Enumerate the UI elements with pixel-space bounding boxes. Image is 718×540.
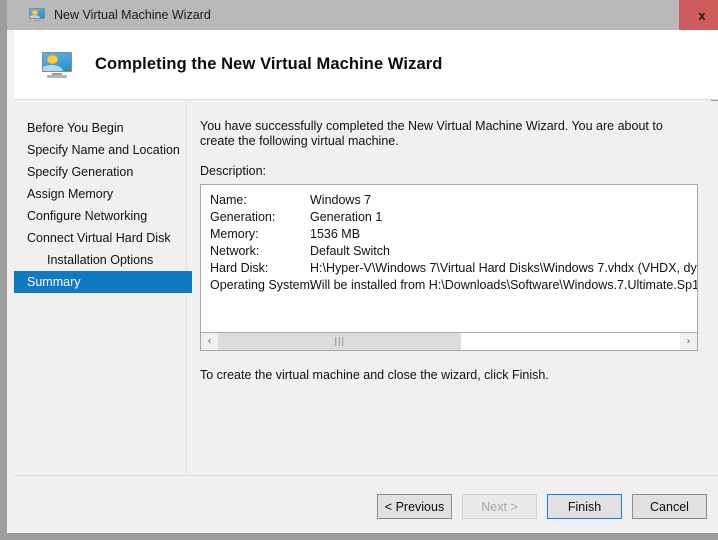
description-horizontal-scrollbar[interactable]: ‹ ||| › (200, 333, 698, 351)
virtual-machine-monitor-icon (42, 51, 72, 78)
wizard-window: New Virtual Machine Wizard x Completing … (0, 0, 718, 540)
footer-instruction: To create the virtual machine and close … (200, 368, 549, 382)
wizard-header: Completing the New Virtual Machine Wizar… (14, 30, 718, 100)
page-title: Completing the New Virtual Machine Wizar… (95, 55, 443, 73)
step-list: Before You Begin Specify Name and Locatio… (14, 101, 192, 293)
scroll-thumb-grip-icon: ||| (334, 336, 345, 347)
close-icon[interactable]: x (679, 0, 718, 30)
sidebar-item-specify-generation[interactable]: Specify Generation (14, 161, 186, 183)
wizard-step-sidebar: Before You Begin Specify Name and Locatio… (14, 101, 192, 475)
title-bar-left: New Virtual Machine Wizard (7, 0, 679, 30)
wizard-body: Before You Begin Specify Name and Locatio… (14, 101, 718, 533)
wizard-content: You have successfully completed the New … (200, 101, 705, 475)
description-row-key: Name: (210, 193, 247, 207)
sidebar-item-assign-memory[interactable]: Assign Memory (14, 183, 186, 205)
virtual-machine-monitor-icon (29, 8, 45, 22)
description-row: Operating System: Will be installed from … (210, 277, 698, 294)
scroll-left-arrow-icon[interactable]: ‹ (201, 333, 218, 350)
description-row: Generation: Generation 1 (210, 209, 697, 226)
previous-button[interactable]: < Previous (377, 494, 452, 519)
intro-text: You have successfully completed the New … (200, 119, 663, 148)
description-row-value: Will be installed from H:\Downloads\Soft… (310, 278, 698, 292)
description-row-key: Generation: (210, 210, 276, 224)
sidebar-item-before-you-begin[interactable]: Before You Begin (14, 117, 186, 139)
next-button: Next > (462, 494, 537, 519)
scroll-thumb[interactable]: ||| (218, 333, 461, 350)
sidebar-item-summary[interactable]: Summary (14, 271, 192, 293)
scroll-track[interactable]: ||| (218, 333, 680, 350)
description-row-key: Hard Disk: (210, 261, 269, 275)
description-row: Memory: 1536 MB (210, 226, 697, 243)
description-row-value: 1536 MB (310, 227, 361, 241)
description-label: Description: (200, 164, 266, 178)
sidebar-item-connect-virtual-hard-disk[interactable]: Connect Virtual Hard Disk (14, 227, 186, 249)
description-row-key: Operating System: (210, 278, 314, 292)
finish-button[interactable]: Finish (547, 494, 622, 519)
description-rows: Name: Windows 7 Generation: Generation 1 Mem… (201, 185, 698, 294)
description-row-value: Windows 7 (310, 193, 372, 207)
sidebar-item-configure-networking[interactable]: Configure Networking (14, 205, 186, 227)
description-row: Hard Disk: H:\Hyper-V\Windows 7\Virtual H… (210, 260, 697, 277)
description-row-key: Memory: (210, 227, 259, 241)
description-row-value: Default Switch (310, 244, 390, 258)
sidebar-item-specify-name-and-location[interactable]: Specify Name and Location (14, 139, 186, 161)
button-bar: < Previous Next > Finish Cancel (14, 475, 718, 533)
description-row: Network: Default Switch (210, 243, 697, 260)
description-row-value: Generation 1 (310, 210, 383, 224)
description-row: Name: Windows 7 (210, 192, 697, 209)
description-row-key: Network: (210, 244, 260, 258)
sidebar-item-installation-options[interactable]: Installation Options (14, 249, 186, 271)
description-panel[interactable]: Name: Windows 7 Generation: Generation 1 Mem… (200, 184, 698, 333)
title-bar: New Virtual Machine Wizard x (7, 0, 718, 30)
button-group: < Previous Next > Finish Cancel (377, 494, 707, 519)
window-title: New Virtual Machine Wizard (54, 8, 211, 22)
scroll-right-arrow-icon[interactable]: › (680, 333, 697, 350)
description-row-value: H:\Hyper-V\Windows 7\Virtual Hard Disks\… (310, 261, 697, 275)
cancel-button[interactable]: Cancel (632, 494, 707, 519)
